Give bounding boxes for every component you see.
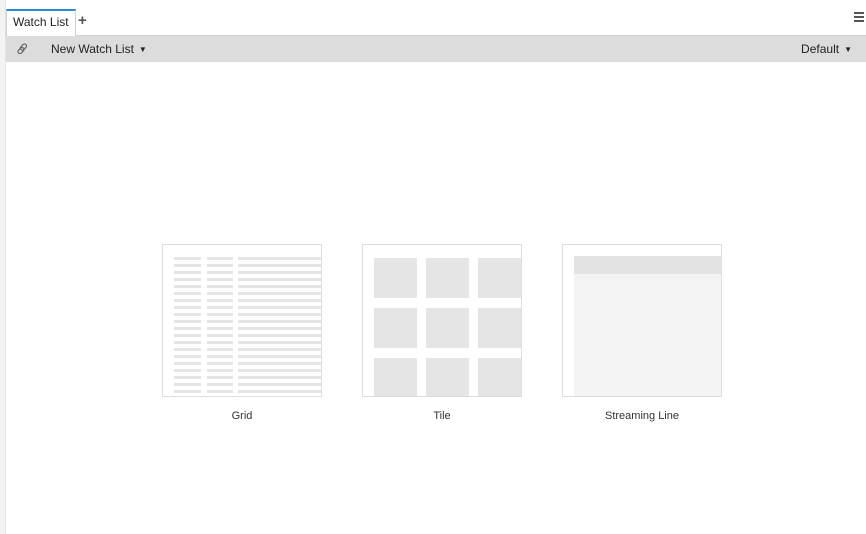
grid-thumbnail-row xyxy=(174,383,321,386)
grid-thumbnail-row xyxy=(174,348,321,351)
layout-label-grid: Grid xyxy=(231,410,253,422)
view-dropdown[interactable]: Default ▼ xyxy=(801,36,852,62)
grid-thumbnail-row xyxy=(174,334,321,337)
tab-strip: Watch List + xyxy=(6,8,866,36)
caret-down-icon: ▼ xyxy=(844,45,852,54)
tile-thumbnail xyxy=(362,244,522,397)
layout-option-grid[interactable]: Grid xyxy=(162,244,322,422)
grid-thumbnail-row xyxy=(174,369,321,372)
hamburger-menu-icon[interactable] xyxy=(854,12,864,22)
grid-thumbnail-row xyxy=(174,257,321,260)
view-dropdown-label: Default xyxy=(801,42,840,56)
grid-thumbnail-row xyxy=(174,376,321,379)
grid-thumbnail-row xyxy=(174,313,321,316)
grid-thumbnail-row xyxy=(174,264,321,267)
streaming-line-thumbnail xyxy=(562,244,722,397)
grid-thumbnail-row xyxy=(174,390,321,393)
grid-thumbnail-row xyxy=(174,285,321,288)
grid-thumbnail-row xyxy=(174,306,321,309)
add-tab-button[interactable]: + xyxy=(78,11,87,31)
tab-watch-list[interactable]: Watch List xyxy=(6,9,76,36)
grid-thumbnail-row xyxy=(174,292,321,295)
link-icon[interactable] xyxy=(16,42,30,56)
watchlist-dropdown-label: New Watch List xyxy=(51,42,134,56)
layout-label-tile: Tile xyxy=(433,410,451,422)
layout-label-streaming-line: Streaming Line xyxy=(605,410,679,422)
grid-thumbnail-row xyxy=(174,278,321,281)
grid-thumbnail-row xyxy=(174,299,321,302)
grid-thumbnail-row xyxy=(174,362,321,365)
left-panel-edge xyxy=(0,0,6,534)
grid-thumbnail-row xyxy=(174,327,321,330)
layout-option-streaming-line[interactable]: Streaming Line xyxy=(562,244,722,422)
caret-down-icon: ▼ xyxy=(138,45,147,54)
toolbar: New Watch List ▼ Default ▼ xyxy=(6,36,866,62)
layout-option-tile[interactable]: Tile xyxy=(362,244,522,422)
grid-thumbnail-row xyxy=(174,341,321,344)
grid-thumbnail-row xyxy=(174,355,321,358)
grid-thumbnail xyxy=(162,244,322,397)
grid-thumbnail-row xyxy=(174,271,321,274)
grid-thumbnail-row xyxy=(174,320,321,323)
watchlist-dropdown[interactable]: New Watch List ▼ xyxy=(51,36,147,62)
